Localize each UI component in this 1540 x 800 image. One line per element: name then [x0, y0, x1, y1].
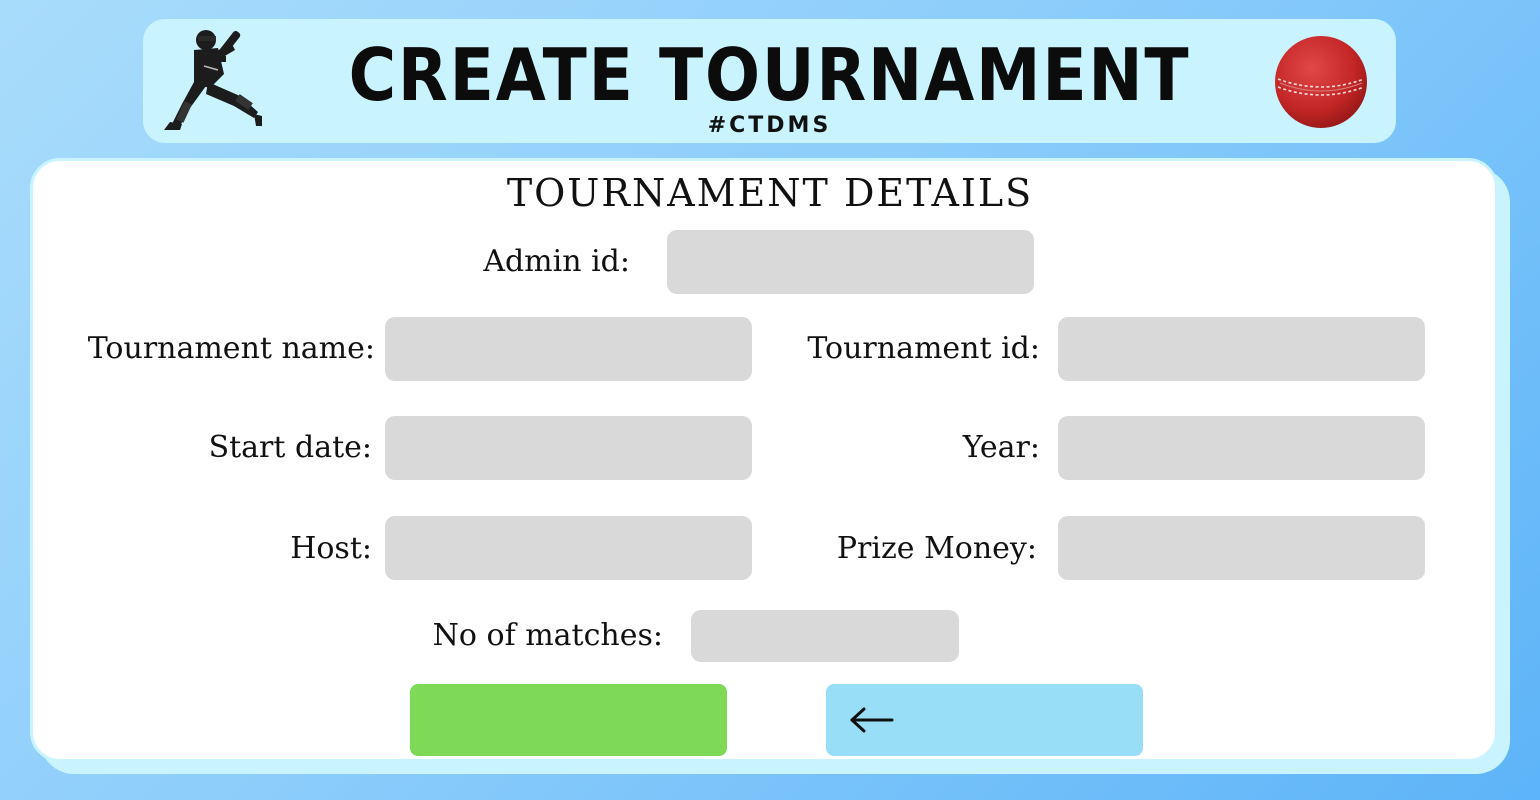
page-title: CREATE TOURNAMENT: [348, 33, 1191, 117]
header-banner: CREATE TOURNAMENT #CTDMS: [143, 19, 1396, 143]
no-of-matches-input[interactable]: [691, 610, 959, 662]
host-input[interactable]: [385, 516, 752, 580]
arrow-left-icon: [850, 707, 894, 733]
year-input[interactable]: [1058, 416, 1425, 480]
tournament-name-label: Tournament name:: [87, 331, 375, 366]
submit-button[interactable]: [410, 684, 727, 756]
prize-money-input[interactable]: [1058, 516, 1425, 580]
host-label: Host:: [290, 531, 372, 566]
start-date-input[interactable]: [385, 416, 752, 480]
admin-id-label: Admin id:: [483, 244, 630, 279]
tournament-id-label: Tournament id:: [807, 331, 1040, 366]
no-of-matches-label: No of matches:: [432, 618, 663, 653]
admin-id-input[interactable]: [667, 230, 1034, 294]
tournament-id-input[interactable]: [1058, 317, 1425, 381]
cricket-ball-icon: [1275, 36, 1367, 128]
prize-money-label: Prize Money:: [836, 531, 1037, 566]
page-subtitle: #CTDMS: [707, 113, 832, 138]
form-title: TOURNAMENT DETAILS: [506, 171, 1034, 215]
back-button[interactable]: [826, 684, 1143, 756]
year-label: Year:: [962, 430, 1040, 465]
batsman-icon: [164, 30, 262, 130]
start-date-label: Start date:: [208, 430, 372, 465]
tournament-name-input[interactable]: [385, 317, 752, 381]
